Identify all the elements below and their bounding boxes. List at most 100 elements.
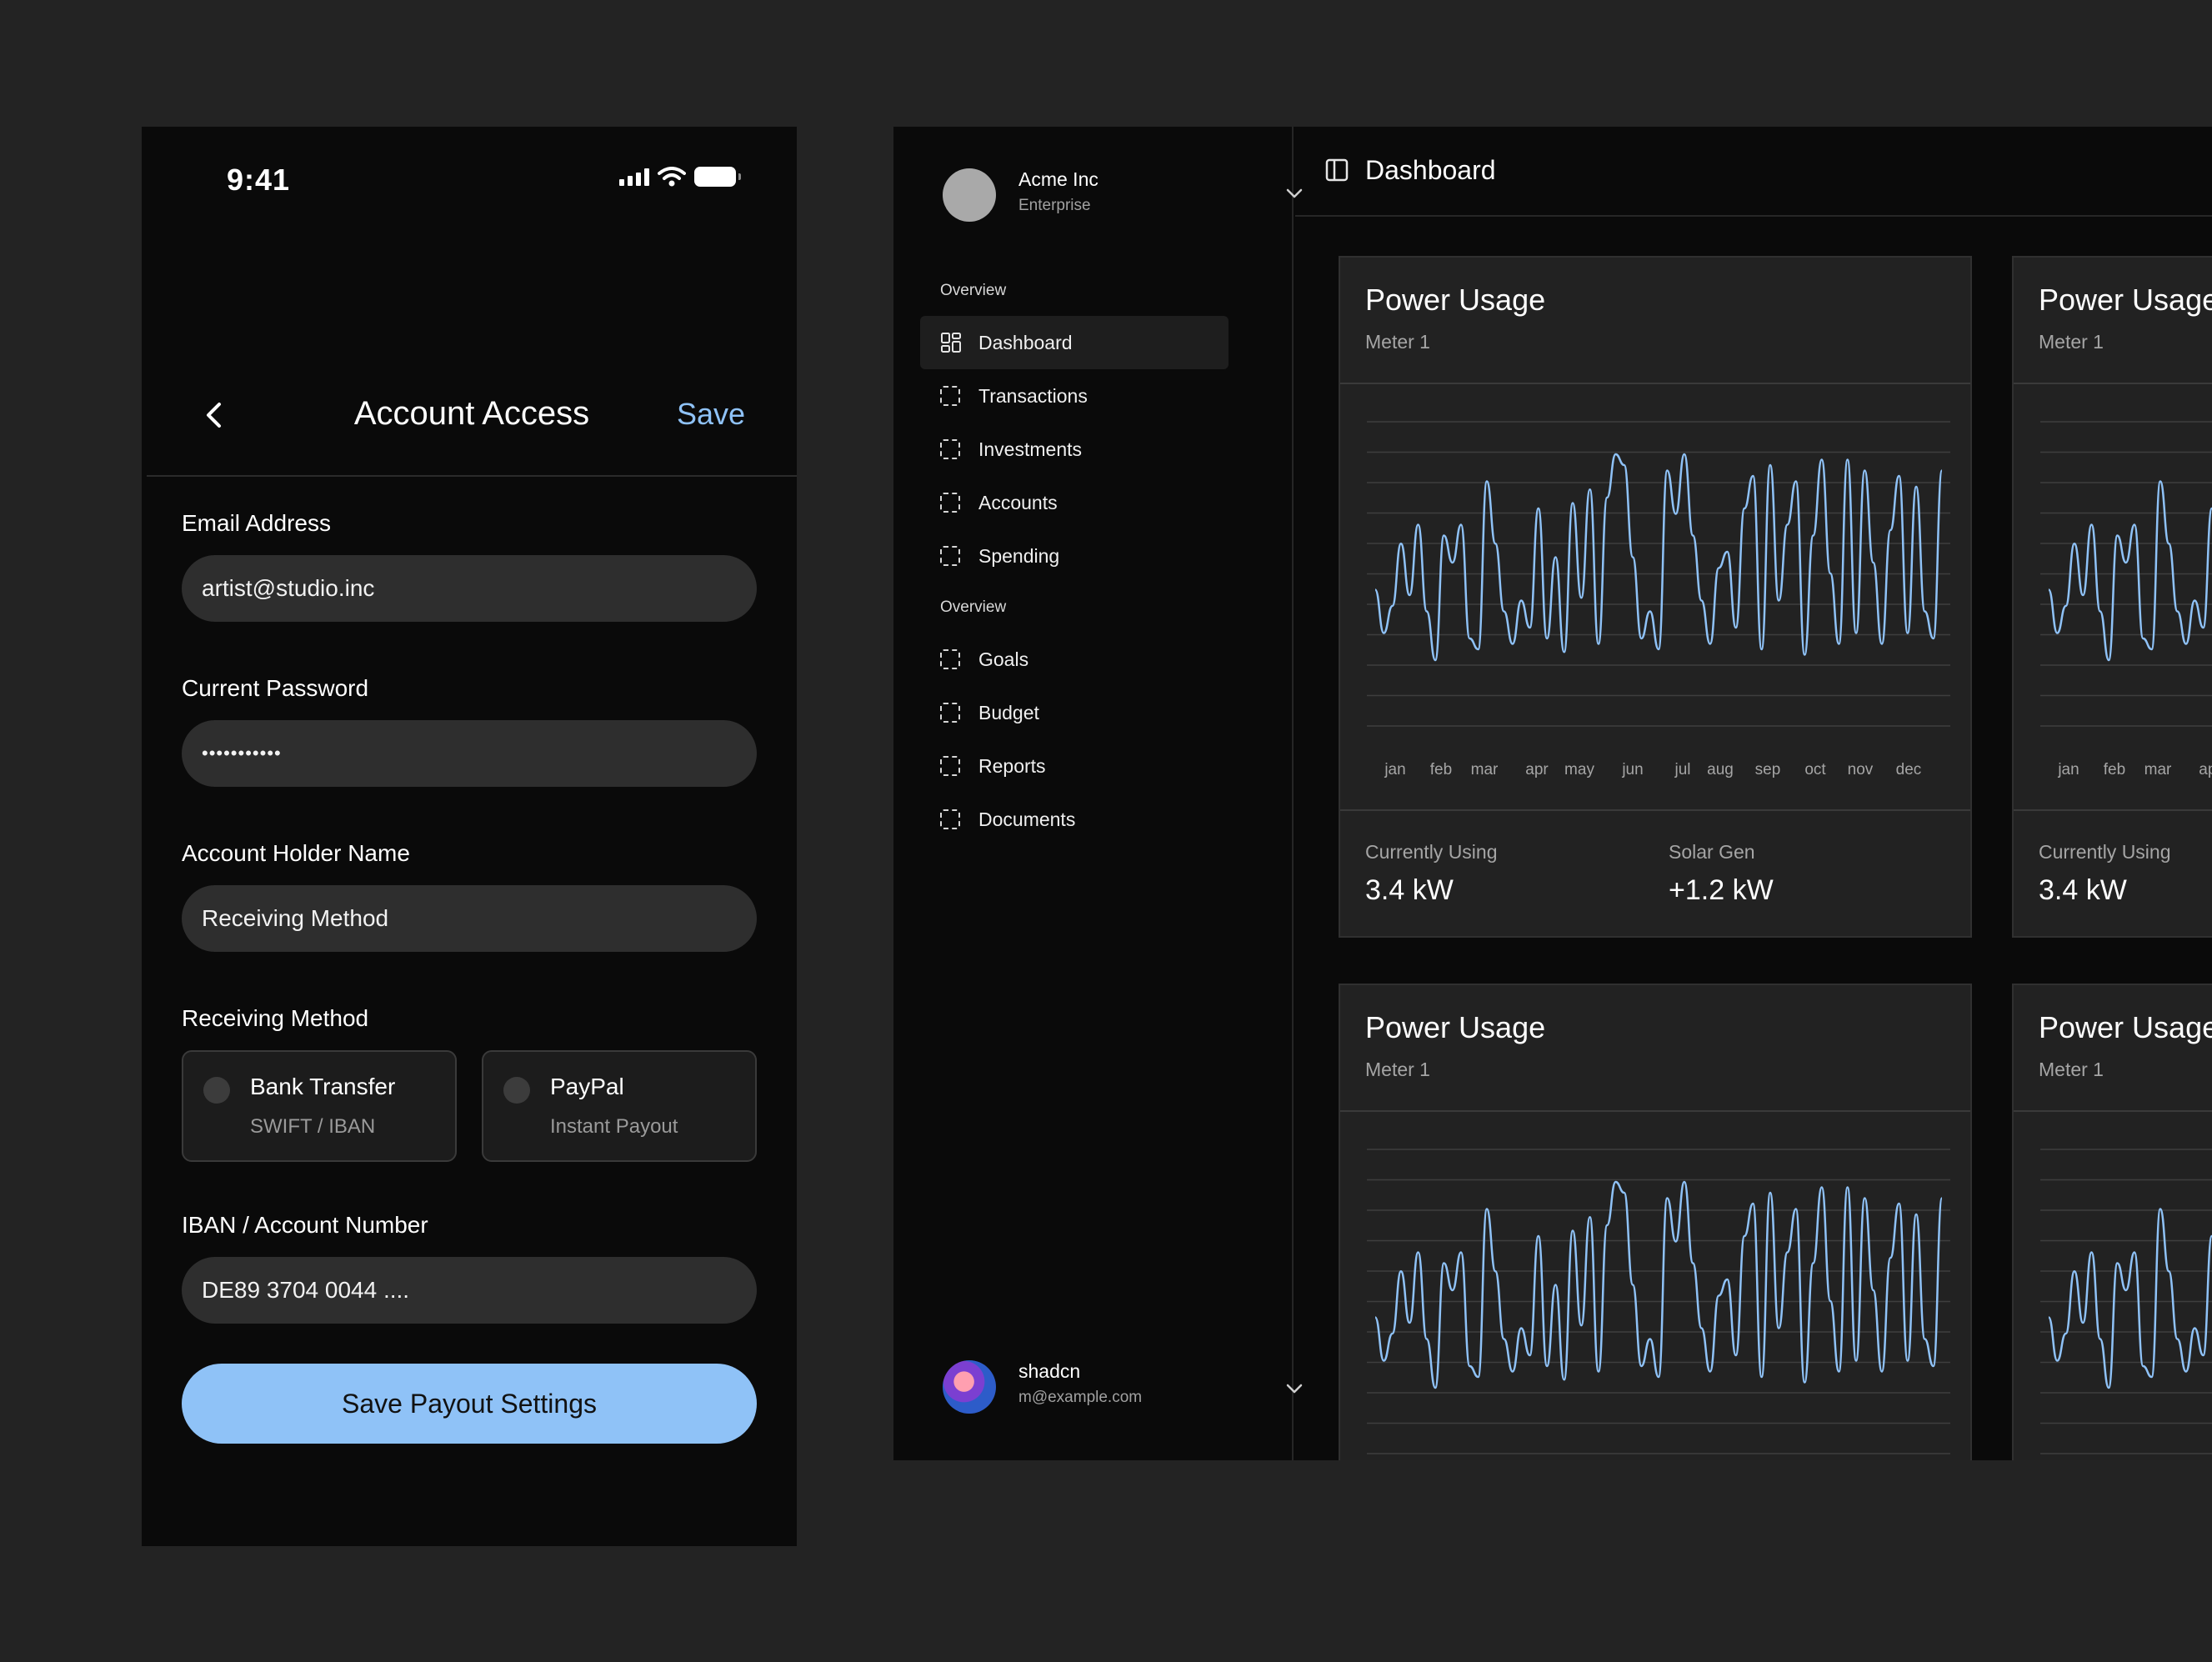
line-chart-svg: janfebmaraprmayjunjulaugsepoctnovdec <box>2040 421 2212 778</box>
x-tick-label: feb <box>1430 761 1452 778</box>
cellular-signal-icon <box>619 168 649 186</box>
card-subtitle: Meter 1 <box>1365 331 1430 353</box>
user-name: shadcn <box>1018 1360 1081 1382</box>
power-usage-card: Power Usage Meter 1 janfebmaraprmayjunju… <box>1339 984 1972 1460</box>
nav-group-label: Overview <box>940 598 1007 616</box>
status-icons <box>619 167 741 187</box>
radio-button[interactable] <box>203 1077 230 1104</box>
stat-label: Currently Using <box>1365 841 1498 863</box>
email-input[interactable]: artist@studio.inc <box>182 555 757 622</box>
sidebar-item-goals[interactable]: Goals <box>920 633 1229 686</box>
x-tick-label: apr <box>1525 761 1549 778</box>
x-tick-label: aug <box>1707 761 1734 778</box>
card-subtitle: Meter 1 <box>1365 1059 1430 1080</box>
battery-icon <box>694 167 741 187</box>
radio-button[interactable] <box>503 1077 530 1104</box>
x-tick-label: jul <box>1674 761 1690 778</box>
sidebar-item-transactions[interactable]: Transactions <box>920 369 1229 423</box>
power-usage-chart: janfebmaraprmayjunjulaugsepoctnovdec <box>1340 1112 1970 1460</box>
save-payout-settings-button[interactable]: Save Payout Settings <box>182 1364 757 1444</box>
placeholder-icon <box>940 493 960 513</box>
holder-input[interactable]: Receiving Method <box>182 885 757 952</box>
line-chart-svg: janfebmaraprmayjunjulaugsepoctnovdec <box>1367 421 1950 778</box>
sidebar-item-documents[interactable]: Documents <box>920 793 1229 846</box>
holder-label: Account Holder Name <box>182 840 410 866</box>
line-chart-svg: janfebmaraprmayjunjulaugsepoctnovdec <box>1367 1149 1950 1454</box>
method-option-paypal[interactable]: PayPal Instant Payout <box>482 1050 757 1162</box>
power-usage-chart: janfebmaraprmayjunjulaugsepoctnovdec <box>2014 384 2212 811</box>
sidebar-item-label: Documents <box>978 808 1076 830</box>
series-line <box>1374 1180 1944 1389</box>
save-button[interactable]: Save <box>677 397 745 432</box>
placeholder-icon <box>940 386 960 406</box>
card-title: Power Usage <box>1365 283 1546 317</box>
sidebar-item-budget[interactable]: Budget <box>920 686 1229 739</box>
stat-value: 3.4 kW <box>1365 874 1454 906</box>
placeholder-icon <box>940 809 960 829</box>
method-option-bank-transfer[interactable]: Bank Transfer SWIFT / IBAN <box>182 1050 457 1162</box>
card-footer: Currently Using 3.4 kW Solar Gen +1.2 kW <box>1340 811 1970 936</box>
nav-bar: Account Access Save <box>147 360 797 477</box>
sidebar-toggle-icon[interactable] <box>1325 158 1349 182</box>
stat-value: 3.4 kW <box>2039 874 2127 906</box>
password-field-group: Current Password ••••••••••• <box>182 675 757 787</box>
account-access-screen: 9:41 Account Access Save Email Address a… <box>142 127 797 1546</box>
stat-value: +1.2 kW <box>1669 874 1774 906</box>
stat-label: Currently Using <box>2039 841 2171 863</box>
dashboard-window: Acme Inc Enterprise Overview Dashboard T… <box>893 127 2212 1460</box>
wifi-icon <box>658 167 686 187</box>
method-subtitle: Instant Payout <box>550 1115 678 1138</box>
team-avatar <box>943 168 996 222</box>
method-title: Bank Transfer <box>250 1074 396 1099</box>
card-header: Power Usage Meter 1 <box>1340 258 1970 384</box>
sidebar-item-label: Goals <box>978 648 1029 670</box>
x-tick-label: sep <box>1755 761 1781 778</box>
user-email: m@example.com <box>1018 1389 1143 1406</box>
method-options: Bank Transfer SWIFT / IBAN PayPal Instan… <box>182 1050 757 1162</box>
status-bar: 9:41 <box>142 127 797 235</box>
avatar <box>943 1360 996 1414</box>
stat-label: Solar Gen <box>1669 841 1755 863</box>
sidebar-item-label: Accounts <box>978 491 1058 513</box>
iban-field-group: IBAN / Account Number DE89 3704 0044 ...… <box>182 1212 757 1324</box>
sidebar-item-reports[interactable]: Reports <box>920 739 1229 793</box>
page-title: Dashboard <box>1365 155 1496 185</box>
holder-field-group: Account Holder Name Receiving Method <box>182 840 757 952</box>
sidebar-item-dashboard[interactable]: Dashboard <box>920 316 1229 369</box>
card-subtitle: Meter 1 <box>2039 331 2104 353</box>
team-switcher[interactable]: Acme Inc Enterprise <box>943 168 1303 235</box>
iban-input[interactable]: DE89 3704 0044 .... <box>182 1257 757 1324</box>
sidebar-item-label: Budget <box>978 701 1039 723</box>
placeholder-icon <box>940 546 960 566</box>
chevron-down-icon <box>1286 1384 1303 1394</box>
password-input[interactable]: ••••••••••• <box>182 720 757 787</box>
sidebar-item-investments[interactable]: Investments <box>920 423 1229 476</box>
payout-form: Email Address artist@studio.inc Current … <box>182 510 757 1444</box>
chevron-left-icon <box>207 403 221 428</box>
email-field-group: Email Address artist@studio.inc <box>182 510 757 622</box>
card-footer: Currently Using 3.4 kW <box>2014 811 2212 936</box>
sidebar-item-spending[interactable]: Spending <box>920 529 1229 583</box>
x-tick-label: jan <box>1384 761 1405 778</box>
power-usage-chart: janfebmaraprmayjunjulaugsepoctnovdec <box>2014 1112 2212 1460</box>
sidebar-item-accounts[interactable]: Accounts <box>920 476 1229 529</box>
x-tick-label: may <box>1564 761 1594 778</box>
user-menu[interactable]: shadcn m@example.com <box>943 1360 1303 1427</box>
power-usage-card: Power Usage Meter 1 janfebmaraprmayjunju… <box>1339 256 1972 938</box>
placeholder-icon <box>940 756 960 776</box>
password-label: Current Password <box>182 675 369 701</box>
card-title: Power Usage <box>1365 1010 1546 1044</box>
x-tick-label: nov <box>1848 761 1874 778</box>
team-name: Acme Inc <box>1018 168 1098 190</box>
back-button[interactable] <box>197 397 230 433</box>
x-tick-label: jun <box>1621 761 1643 778</box>
iban-label: IBAN / Account Number <box>182 1212 428 1238</box>
method-title: PayPal <box>550 1074 624 1099</box>
status-time: 9:41 <box>227 163 291 197</box>
placeholder-icon <box>940 439 960 459</box>
power-usage-card: Power Usage Meter 1 janfebmaraprmayjunju… <box>2012 256 2212 938</box>
series-line <box>2047 1208 2212 1389</box>
sidebar: Acme Inc Enterprise Overview Dashboard T… <box>893 127 1303 1460</box>
email-label: Email Address <box>182 510 331 536</box>
sidebar-item-label: Transactions <box>978 384 1088 407</box>
